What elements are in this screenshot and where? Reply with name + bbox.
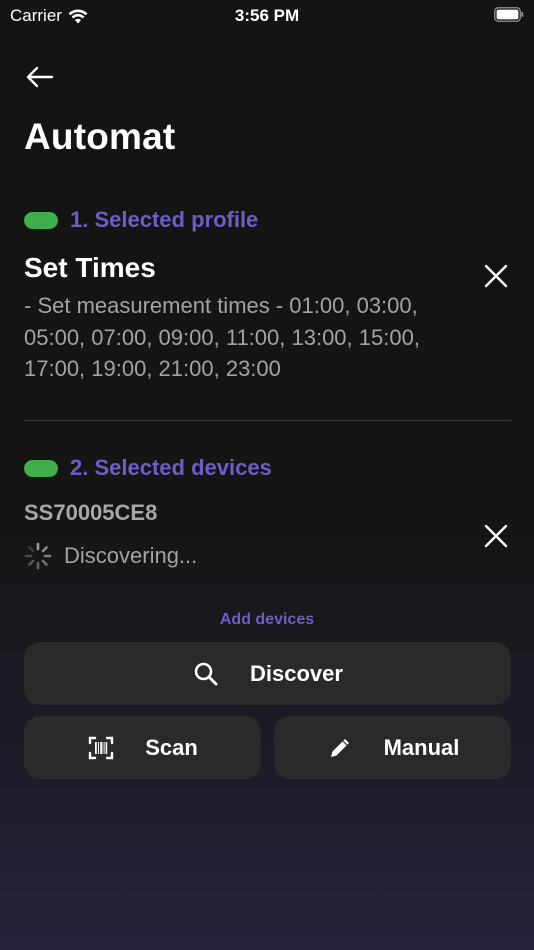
- device-status-text: Discovering...: [64, 543, 198, 568]
- device-id: SS70005CE8: [24, 500, 158, 525]
- close-icon: [484, 524, 508, 548]
- section-label: 2. Selected devices: [70, 455, 272, 480]
- pencil-icon: [326, 734, 354, 762]
- search-icon: [192, 660, 220, 688]
- barcode-scan-icon: [87, 734, 115, 762]
- status-indicator: [24, 459, 58, 477]
- manual-label: Manual: [383, 734, 460, 760]
- section-label: 1. Selected profile: [70, 207, 259, 232]
- divider: [24, 420, 511, 421]
- profile-section-header: 1. Selected profile: [24, 207, 258, 233]
- add-devices-label: Add devices: [219, 611, 315, 628]
- battery-icon: [494, 7, 524, 22]
- scan-label: Scan: [145, 734, 198, 760]
- status-bar: Carrier 3:56 PM: [0, 0, 534, 32]
- manual-button[interactable]: Manual: [274, 716, 511, 779]
- remove-profile-button[interactable]: [478, 258, 514, 294]
- spinner-icon: [24, 542, 52, 570]
- back-button[interactable]: [22, 60, 56, 94]
- profile-name: Set Times: [24, 252, 156, 283]
- profile-description: - Set measurement times - 01:00, 03:00, …: [24, 293, 420, 381]
- discover-button[interactable]: Discover: [24, 642, 511, 705]
- devices-section-header: 2. Selected devices: [24, 455, 272, 481]
- status-time: 3:56 PM: [234, 6, 300, 25]
- device-status: Discovering...: [24, 542, 197, 570]
- status-indicator: [24, 211, 58, 229]
- arrow-left-icon: [26, 66, 54, 88]
- remove-device-button[interactable]: [478, 518, 514, 554]
- close-icon: [484, 264, 508, 288]
- scan-button[interactable]: Scan: [24, 716, 261, 779]
- page-title: Automat: [24, 116, 176, 157]
- discover-label: Discover: [250, 660, 343, 686]
